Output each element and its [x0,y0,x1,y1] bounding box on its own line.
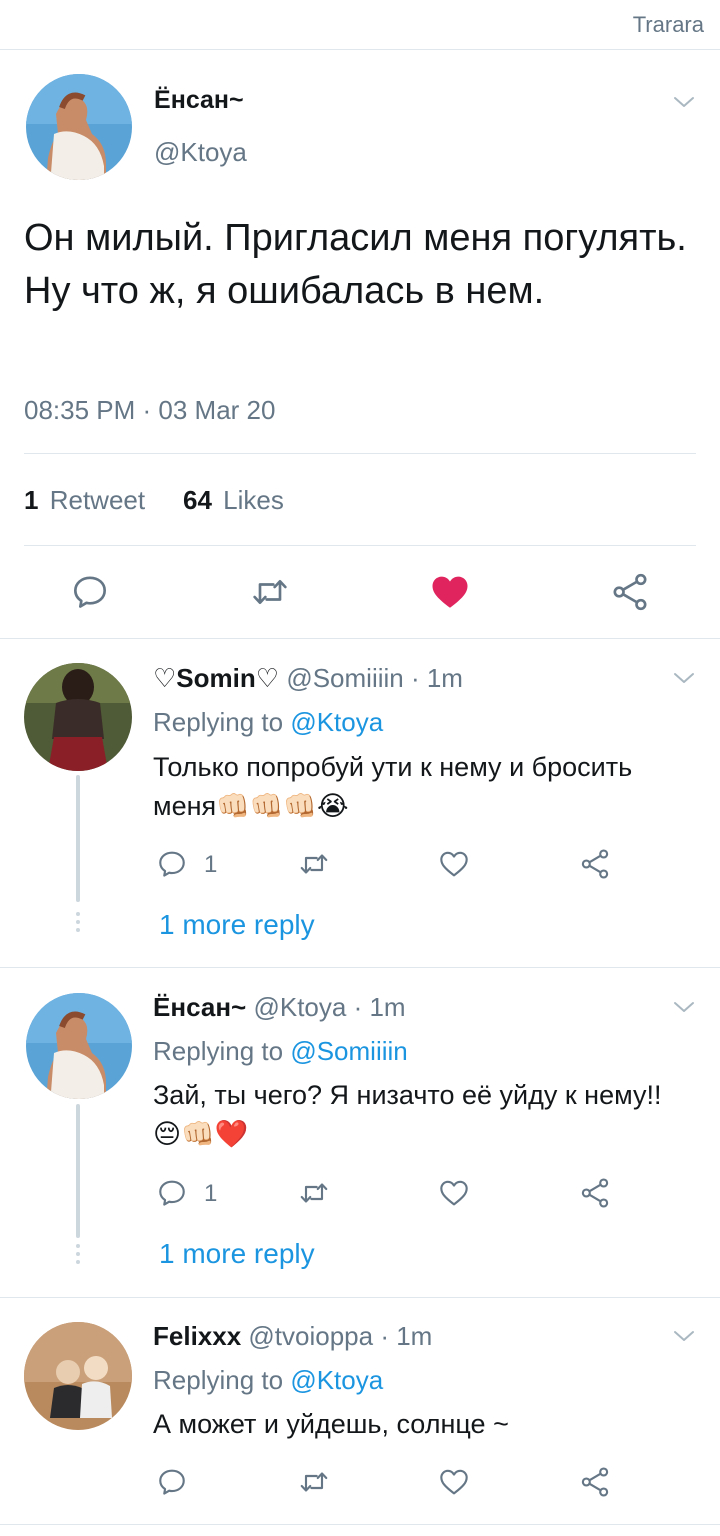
replying-to-link[interactable]: @Ktoya [290,707,383,737]
avatar[interactable] [24,663,132,771]
topbar-divider [0,49,720,50]
reply-author-name[interactable]: ♡Somin♡ [153,663,279,693]
retweet-icon[interactable] [298,1466,330,1498]
like-heart-filled-icon[interactable] [429,571,471,613]
tweet-text: Он милый. Пригласил меня погулять. Ну чт… [24,217,687,312]
replying-prefix: Replying to [153,707,284,737]
retweet-icon[interactable] [298,1177,330,1209]
retweets-label: Retweet [49,485,146,515]
reply-icon[interactable] [156,1177,188,1209]
thread-dots [76,912,80,936]
thread-line [76,1104,80,1238]
tweet-timestamp: 08:35 PM · 03 Mar 20 [24,395,276,425]
likes-label: Likes [223,485,284,515]
reply-author-handle[interactable]: @Somiiiin [286,663,403,693]
share-icon[interactable] [610,572,650,612]
replying-to: Replying to @Ktoya [153,707,383,738]
reply-header: ♡Somin♡ @Somiiiin · 1m [153,663,463,694]
thread-line [76,775,80,902]
reply-icon[interactable] [156,848,188,880]
reply-author-name[interactable]: Felixxx [153,1321,241,1351]
likes-count: 64 [183,485,212,515]
avatar[interactable] [26,74,132,180]
avatar[interactable] [24,1322,132,1430]
reply-author-handle[interactable]: @tvoioppa [248,1321,373,1351]
like-heart-icon[interactable] [438,1177,470,1209]
reply-header: Felixxx @tvoioppa · 1m [153,1321,432,1352]
reply-text: Зай, ты чего? Я низачто её уйду к нему!!… [153,1080,662,1149]
replying-to: Replying to @Somiiiin [153,1036,408,1067]
reply-author-handle[interactable]: @Ktoya [253,992,346,1022]
replying-to-link[interactable]: @Ktoya [290,1365,383,1395]
retweet-icon[interactable] [298,848,330,880]
thread-dots [76,1244,80,1268]
like-heart-icon[interactable] [438,1466,470,1498]
reply-time: · 1m [353,992,406,1022]
replying-to: Replying to @Ktoya [153,1365,383,1396]
reply-author-name[interactable]: Ёнсан~ [153,992,246,1022]
likes-stat[interactable]: 64 Likes [183,485,284,516]
replying-to-link[interactable]: @Somiiiin [290,1036,407,1066]
replying-prefix: Replying to [153,1365,284,1395]
divider [0,1524,720,1525]
reply-icon[interactable] [70,572,110,612]
divider [0,967,720,968]
retweets-stat[interactable]: 1 Retweet [24,485,145,516]
chevron-down-icon[interactable] [672,94,696,110]
chevron-down-icon[interactable] [672,670,696,686]
more-replies-link[interactable]: 1 more reply [159,909,315,941]
share-icon[interactable] [579,1177,611,1209]
divider [24,545,696,546]
divider [0,638,720,639]
retweet-icon[interactable] [250,572,290,612]
retweets-count: 1 [24,485,39,515]
share-icon[interactable] [579,1466,611,1498]
reply-text: Только попробуй ути к нему и бросить мен… [153,752,633,821]
topbar-label: Trarara [632,12,704,37]
divider [24,453,696,454]
share-icon[interactable] [579,848,611,880]
author-handle[interactable]: @Ktoya [154,137,247,168]
reply-time: · 1m [380,1321,433,1351]
reply-header: Ёнсан~ @Ktoya · 1m [153,992,406,1023]
more-replies-link[interactable]: 1 more reply [159,1238,315,1270]
reply-count: 1 [204,1180,218,1207]
divider [0,1297,720,1298]
replying-prefix: Replying to [153,1036,284,1066]
chevron-down-icon[interactable] [672,999,696,1015]
reply-text: А может и уйдешь, солнце ~ [153,1409,509,1439]
chevron-down-icon[interactable] [672,1328,696,1344]
avatar[interactable] [26,993,132,1099]
reply-count: 1 [204,851,218,878]
reply-time: · 1m [410,663,463,693]
reply-icon[interactable] [156,1466,188,1498]
author-name[interactable]: Ёнсан~ [154,86,244,115]
like-heart-icon[interactable] [438,848,470,880]
